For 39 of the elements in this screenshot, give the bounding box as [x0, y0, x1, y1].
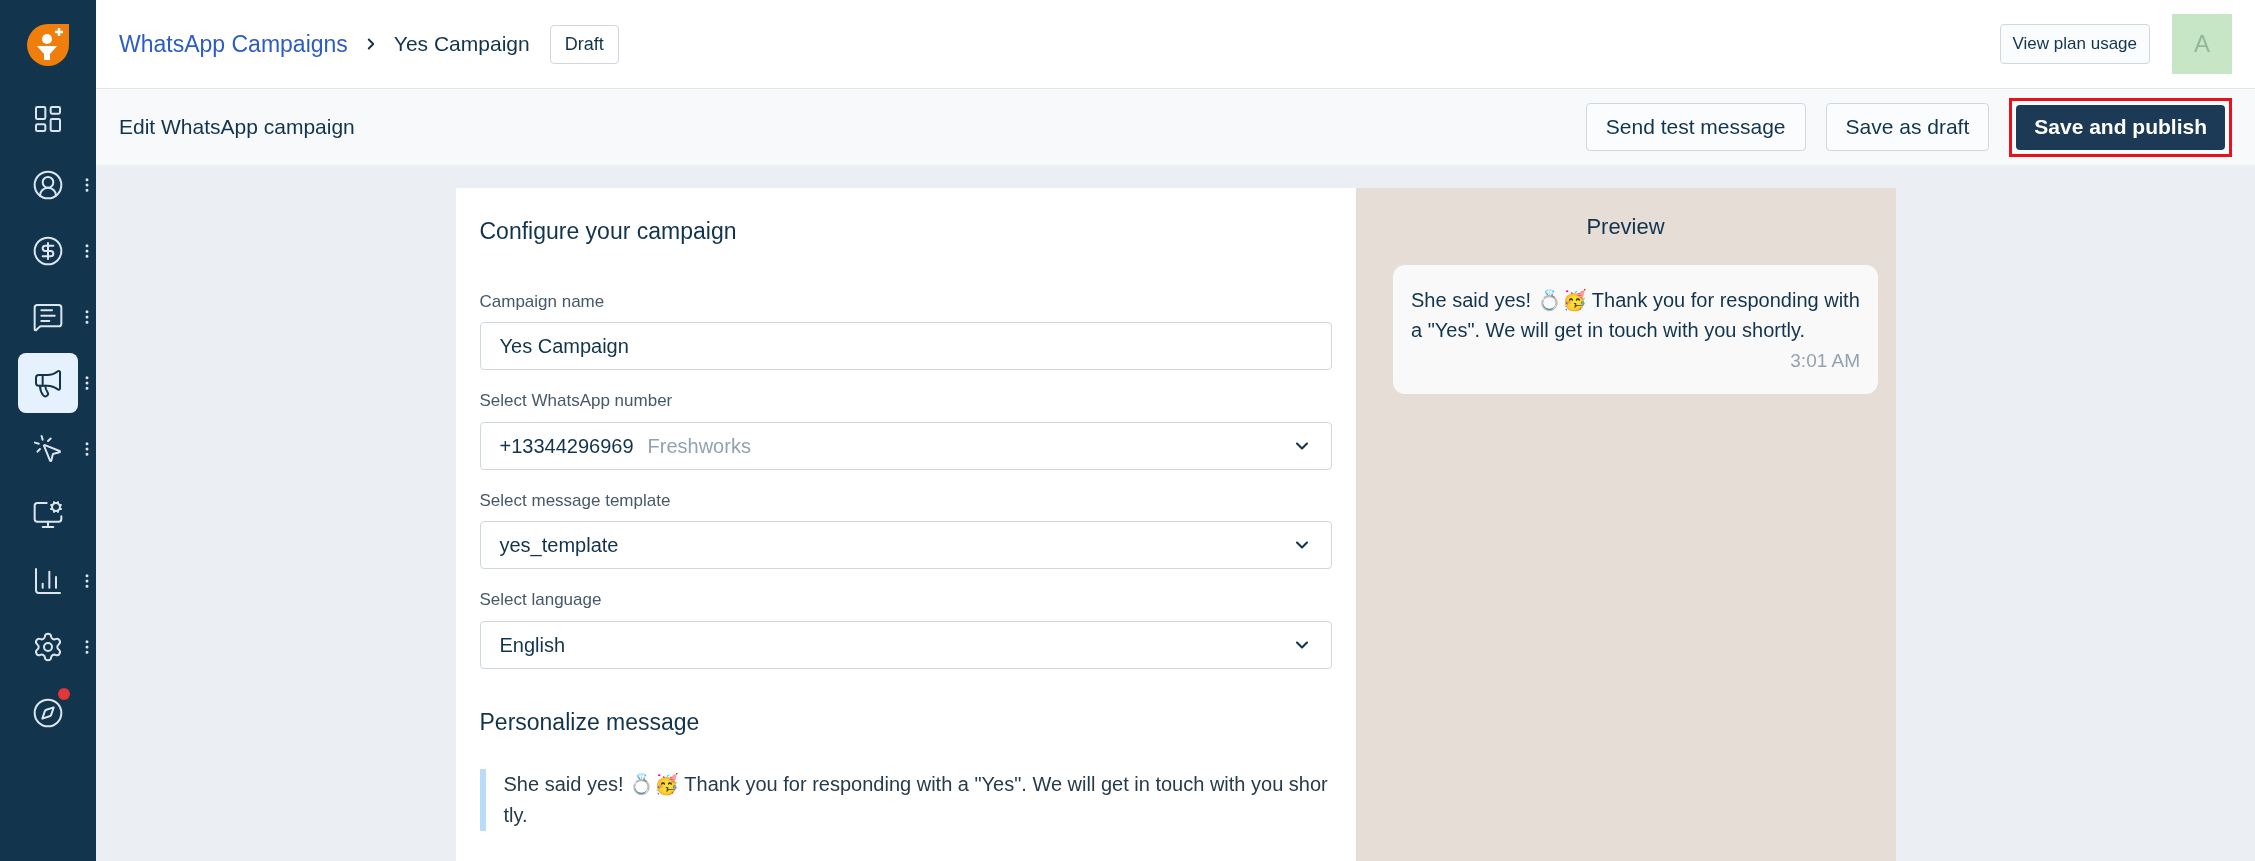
toolbar-button[interactable]: Send test message	[1585, 103, 1806, 151]
user-icon	[32, 169, 64, 201]
bar-chart-icon	[32, 565, 64, 597]
publish-button[interactable]: Save and publish	[2016, 104, 2225, 150]
view-plan-usage-button[interactable]: View plan usage	[1999, 24, 2150, 64]
breadcrumb-link[interactable]: WhatsApp Campaigns	[119, 26, 348, 62]
dollar-icon	[32, 235, 64, 267]
status-badge: Draft	[549, 24, 619, 64]
message-time: 3:01 AM	[1790, 349, 1860, 373]
field-value: +13344296969	[499, 433, 634, 459]
logo-icon	[25, 22, 71, 68]
select-dropdown[interactable]: English	[479, 620, 1332, 669]
toolbar-button[interactable]: Save as draft	[1825, 103, 1990, 151]
field-label: Select WhatsApp number	[479, 390, 674, 412]
select-dropdown[interactable]: yes_template	[479, 521, 1332, 569]
nav-item[interactable]	[18, 353, 78, 413]
dashboard-icon	[32, 103, 64, 135]
section-title: Personalize message	[479, 707, 701, 737]
page-title: Edit WhatsApp campaign	[119, 114, 355, 141]
field-label: Select message template	[479, 489, 672, 512]
select-dropdown[interactable]: +13344296969 Freshworks	[479, 421, 1332, 470]
cursor-click-icon	[32, 433, 64, 465]
monitor-icon	[32, 499, 64, 531]
field-value: English	[499, 632, 566, 658]
section-title: Configure your campaign	[479, 217, 738, 246]
megaphone-icon	[32, 367, 64, 399]
breadcrumb-current: Yes Campaign	[393, 31, 530, 58]
field-value: Yes Campaign	[499, 334, 629, 359]
chat-icon	[32, 301, 64, 333]
preview-title: Preview	[1586, 213, 1665, 241]
field-value: yes_template	[499, 533, 619, 559]
settings-icon	[32, 631, 64, 663]
message-quote: She said yes! 💍🥳 Thank you for responding with a "Yes". We will get in touch with you shortly.	[479, 769, 1332, 831]
field-label: Campaign name	[479, 290, 606, 313]
compass-icon	[32, 697, 64, 729]
field-label: Select language	[479, 589, 603, 611]
bubble-message: She said yes! 💍🥳 Thank you for responding with a "Yes". We will get in touch with you shortly.	[1411, 288, 1860, 343]
input-field[interactable]: Yes Campaign	[479, 322, 1332, 370]
field-hint: Freshworks	[647, 433, 751, 459]
